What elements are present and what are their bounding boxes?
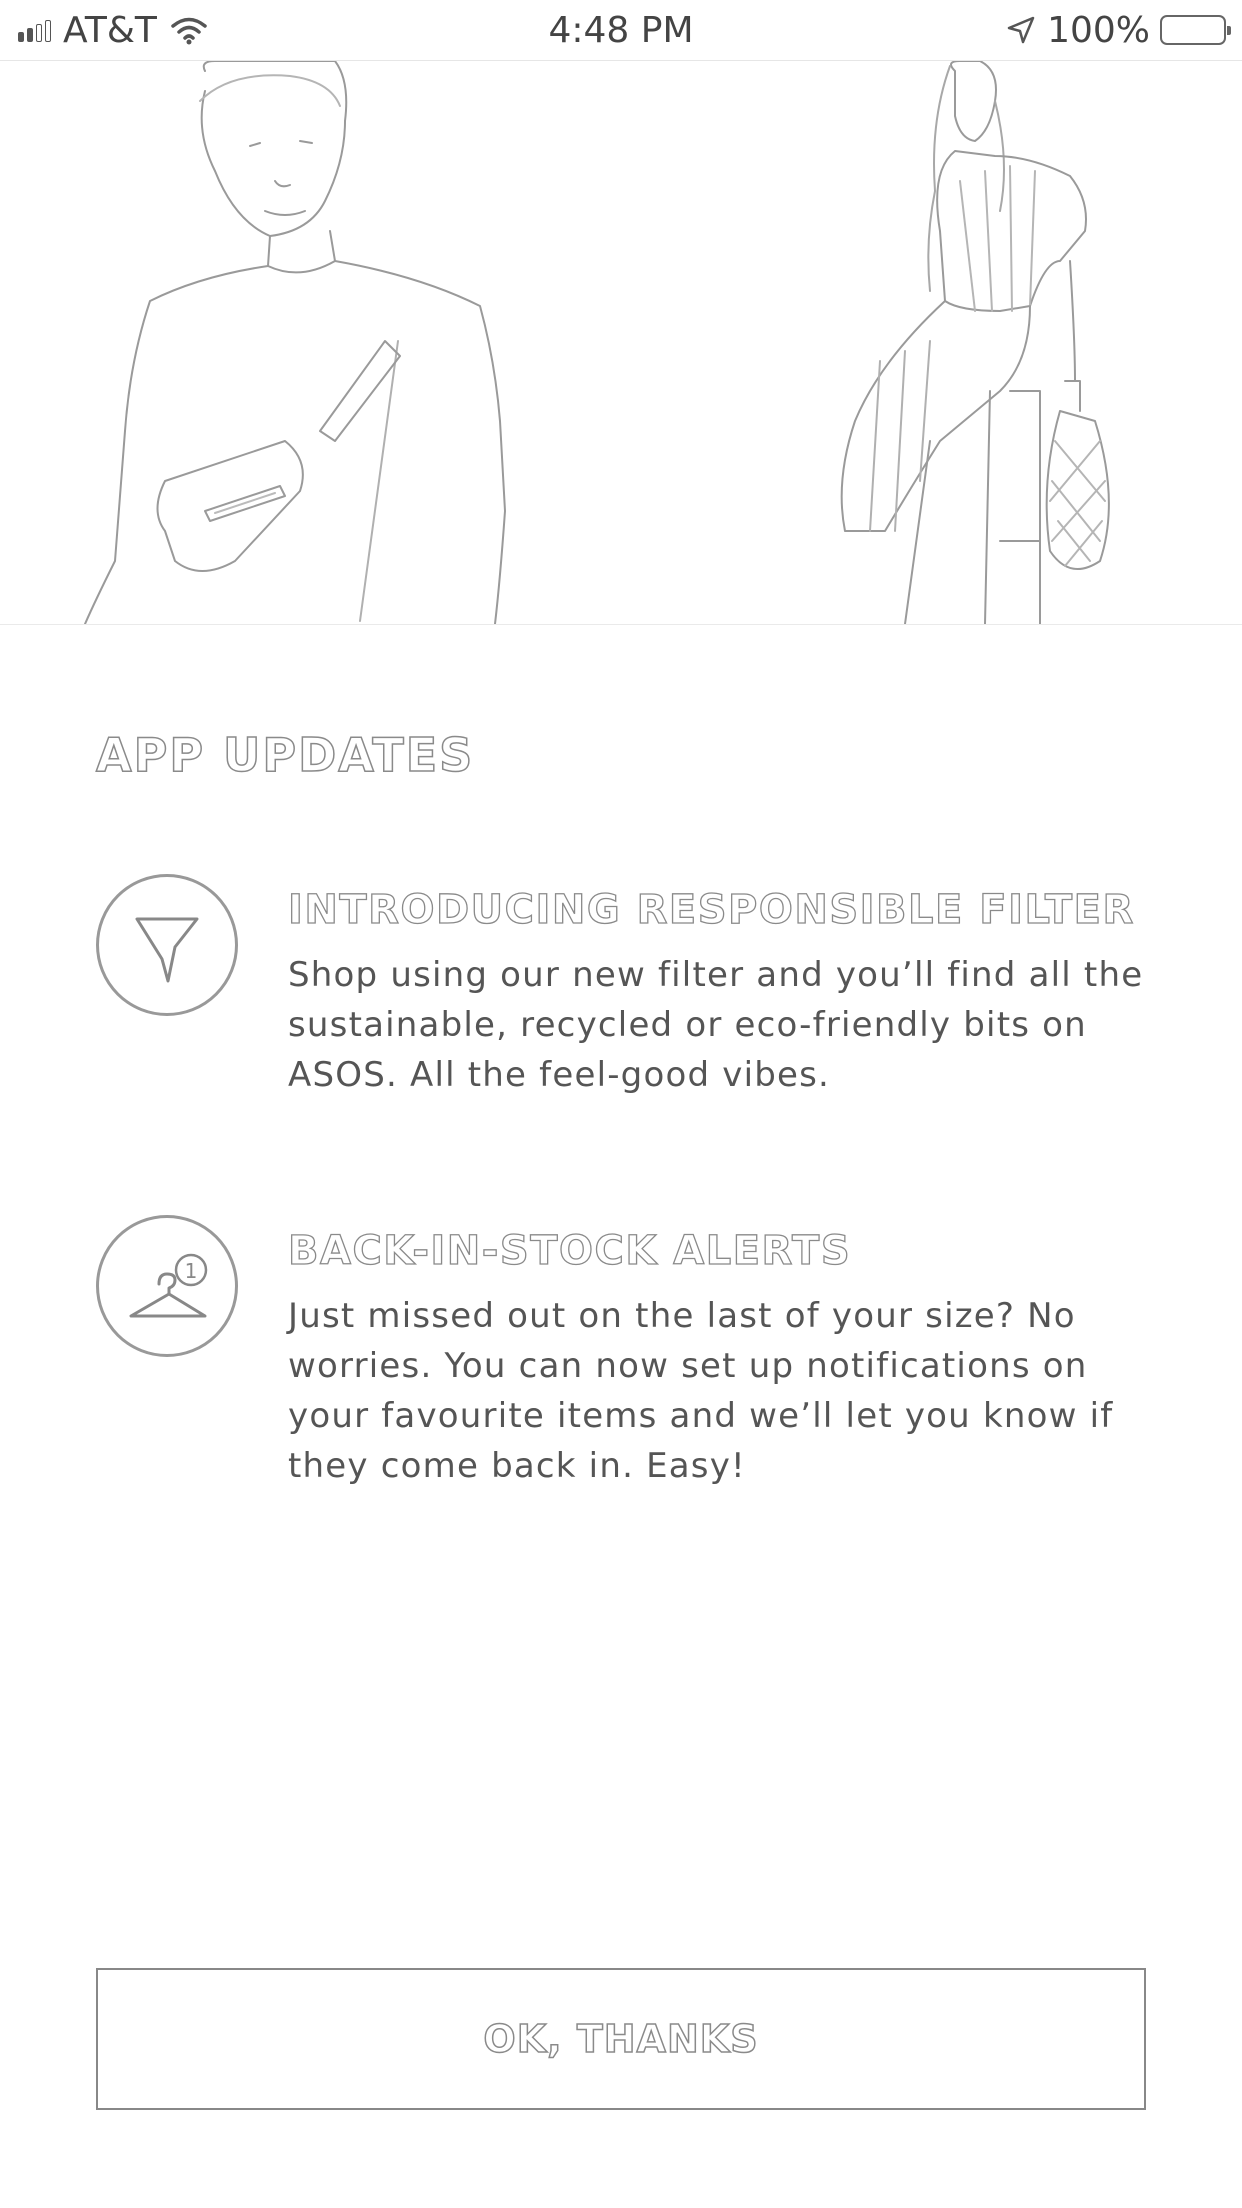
status-bar-right: 100% [1005,9,1231,51]
notification-badge-count: 1 [185,1259,198,1283]
feature-description: Just missed out on the last of your size… [288,1296,1114,1486]
battery-percentage: 100% [1047,9,1150,51]
hero-illustration [84,61,1110,624]
location-arrow-icon [1007,16,1035,44]
feature-text: BACK-IN-STOCK ALERTS Just missed out on … [287,1223,1168,1491]
ok-thanks-button[interactable]: OK, THANKS [96,1968,1146,2110]
feature-icon-circle: 1 [96,1215,238,1357]
filter-icon [135,917,199,983]
status-bar: AT&T 4:48 PM 100% [0,0,1242,61]
hanger-alert-icon: 1 [129,1253,208,1318]
feature-description: Shop using our new filter and you’ll fin… [288,955,1144,1095]
hero-image [0,61,1242,625]
battery-icon [1160,15,1231,45]
section-title: APP UPDATES [95,727,475,783]
feature-heading: BACK-IN-STOCK ALERTS [287,1227,852,1274]
feature-icon-circle [96,874,238,1016]
feature-text: INTRODUCING RESPONSIBLE FILTER Shop usin… [287,882,1168,1100]
feature-heading: INTRODUCING RESPONSIBLE FILTER [287,886,1135,933]
